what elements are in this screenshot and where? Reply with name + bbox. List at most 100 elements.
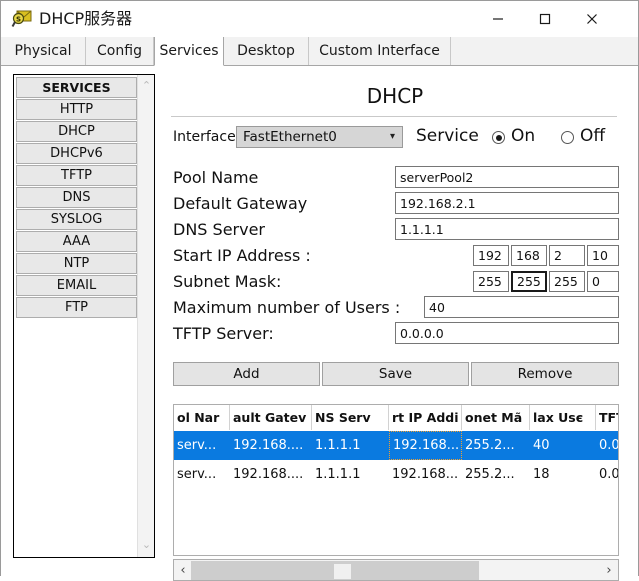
tab-strip: Physical Config Services Desktop Custom … [1,37,638,66]
table-cell[interactable]: 0.0.0.0 [596,460,618,489]
tab-config[interactable]: Config [86,37,154,65]
content-area: SERVICES HTTP DHCP DHCPv6 TFTP DNS SYSLOG AAA NT… [1,66,638,581]
start-ip-octet-4[interactable]: 10 [587,245,619,266]
sidebar-item-tftp[interactable]: TFTP [16,165,137,186]
scroll-left-icon[interactable]: ‹ [175,560,191,580]
tab-label: Desktop [237,43,295,59]
window-title: DHCP服务器 [39,9,133,28]
interface-row: Interface FastEthernet0 ▾ Service On Off [173,126,619,150]
table-cell[interactable]: serv... [174,431,230,460]
start-ip-octet-2[interactable]: 168 [511,245,547,266]
table-column-header[interactable]: lax Usє [530,405,596,430]
scroll-up-icon[interactable]: ⌃ [138,77,155,94]
table-cell[interactable]: 192.168... [389,460,462,489]
table-cell[interactable]: 255.2... [462,431,530,460]
table-cell[interactable]: 1.1.1.1 [312,431,389,460]
close-icon [587,13,597,24]
table-cell[interactable]: 0.0.0.0 [596,431,618,460]
tab-custom-interface[interactable]: Custom Interface [309,37,451,65]
add-button[interactable]: Add [173,362,320,386]
table-cell[interactable]: serv... [174,460,230,489]
sidebar-item-dns[interactable]: DNS [16,187,137,208]
sidebar-header: SERVICES [16,77,137,98]
chevron-down-icon: ▾ [389,131,395,142]
pool-name-row: Pool Name serverPool2 [173,166,619,191]
subnet-mask-octet-3[interactable]: 255 [549,271,585,292]
default-gateway-input[interactable]: 192.168.2.1 [395,192,619,214]
tftp-server-input[interactable]: 0.0.0.0 [395,322,619,344]
save-button[interactable]: Save [322,362,469,386]
table-cell[interactable]: 192.168... [389,431,462,460]
max-users-input[interactable]: 40 [424,296,619,318]
pool-name-label: Pool Name [173,168,259,187]
subnet-mask-octet-1[interactable]: 255 [473,271,509,292]
svg-text:S: S [16,16,21,24]
sidebar-item-email[interactable]: EMAIL [16,275,137,296]
tab-desktop[interactable]: Desktop [224,37,309,65]
heading-divider [171,116,617,117]
table-cell[interactable]: 192.168.... [230,431,312,460]
table-column-header[interactable]: ault Gatev [230,405,312,430]
service-on-label: On [511,126,536,146]
dns-server-row: DNS Server 1.1.1.1 [173,218,619,243]
subnet-mask-octet-4[interactable]: 0 [587,271,619,292]
sidebar-item-http[interactable]: HTTP [16,99,137,120]
interface-value: FastEthernet0 [243,129,337,145]
subnet-mask-row: Subnet Mask: 255 255 255 0 [173,270,619,295]
table-cell[interactable]: 40 [530,431,596,460]
table-horizontal-scrollbar[interactable]: ‹ › [173,559,619,581]
sidebar-item-syslog[interactable]: SYSLOG [16,209,137,230]
interface-select[interactable]: FastEthernet0 ▾ [236,126,403,148]
tab-label: Config [97,43,142,59]
dns-server-input[interactable]: 1.1.1.1 [395,218,619,240]
sidebar-item-dhcp[interactable]: DHCP [16,121,137,142]
maximize-button[interactable] [522,1,568,36]
table-column-header[interactable]: rt IP Addi [389,405,462,430]
pool-name-input[interactable]: serverPool2 [395,166,619,188]
close-button[interactable] [569,1,615,36]
start-ip-octet-1[interactable]: 192 [473,245,509,266]
service-label: Service [416,126,479,146]
dhcp-panel: DHCP Interface FastEthernet0 ▾ Service O… [169,74,621,581]
table-column-header[interactable]: TFTP [596,405,618,430]
table-cell[interactable]: 192.168.... [230,460,312,489]
scroll-down-icon[interactable]: ⌄ [138,536,155,553]
services-list: SERVICES HTTP DHCP DHCPv6 TFTP DNS SYSLOG AAA NT… [15,76,138,319]
minimize-icon [493,17,503,20]
scroll-right-icon[interactable]: › [601,560,617,580]
subnet-mask-octet-2[interactable]: 255 [511,271,547,292]
remove-button[interactable]: Remove [471,362,619,386]
default-gateway-row: Default Gateway 192.168.2.1 [173,192,619,217]
minimize-button[interactable] [475,1,521,36]
tab-services[interactable]: Services [154,37,224,66]
table-header-row: ol Nar ault Gatev NS Serv rt IP Addi onet Mã… [174,405,618,432]
sidebar-item-dhcpv6[interactable]: DHCPv6 [16,143,137,164]
subnet-mask-label: Subnet Mask: [173,272,282,291]
tab-physical[interactable]: Physical [1,37,86,65]
service-off-radio[interactable] [561,131,574,144]
scrollbar-track[interactable] [191,561,479,580]
title-bar: S DHCP服务器 [1,1,638,38]
dhcp-server-window: S DHCP服务器 Physical Config Services Deskt… [0,0,639,581]
start-ip-octet-3[interactable]: 2 [549,245,585,266]
table-cell[interactable]: 255.2... [462,460,530,489]
dhcp-server-icon: S [11,8,33,30]
panel-heading: DHCP [366,84,424,108]
table-cell[interactable]: 1.1.1.1 [312,460,389,489]
sidebar-scrollbar[interactable]: ⌃ ⌄ [137,75,154,557]
default-gateway-label: Default Gateway [173,194,308,213]
maximize-icon [539,13,551,24]
sidebar-item-aaa[interactable]: AAA [16,231,137,252]
table-column-header[interactable]: ol Nar [174,405,230,430]
scrollbar-thumb[interactable] [334,564,351,579]
sidebar-item-ftp[interactable]: FTP [16,297,137,318]
service-on-radio[interactable] [492,131,505,144]
table-row[interactable]: serv... 192.168.... 1.1.1.1 192.168... 255.2… [174,431,618,460]
table-column-header[interactable]: onet Mã [462,405,530,430]
table-row[interactable]: serv... 192.168.... 1.1.1.1 192.168... 255.2… [174,460,618,489]
max-users-label: Maximum number of Users : [173,298,401,317]
table-cell[interactable]: 18 [530,460,596,489]
sidebar-item-ntp[interactable]: NTP [16,253,137,274]
dhcp-pool-table[interactable]: ol Nar ault Gatev NS Serv rt IP Addi onet Mã… [173,404,619,556]
table-column-header[interactable]: NS Serv [312,405,389,430]
